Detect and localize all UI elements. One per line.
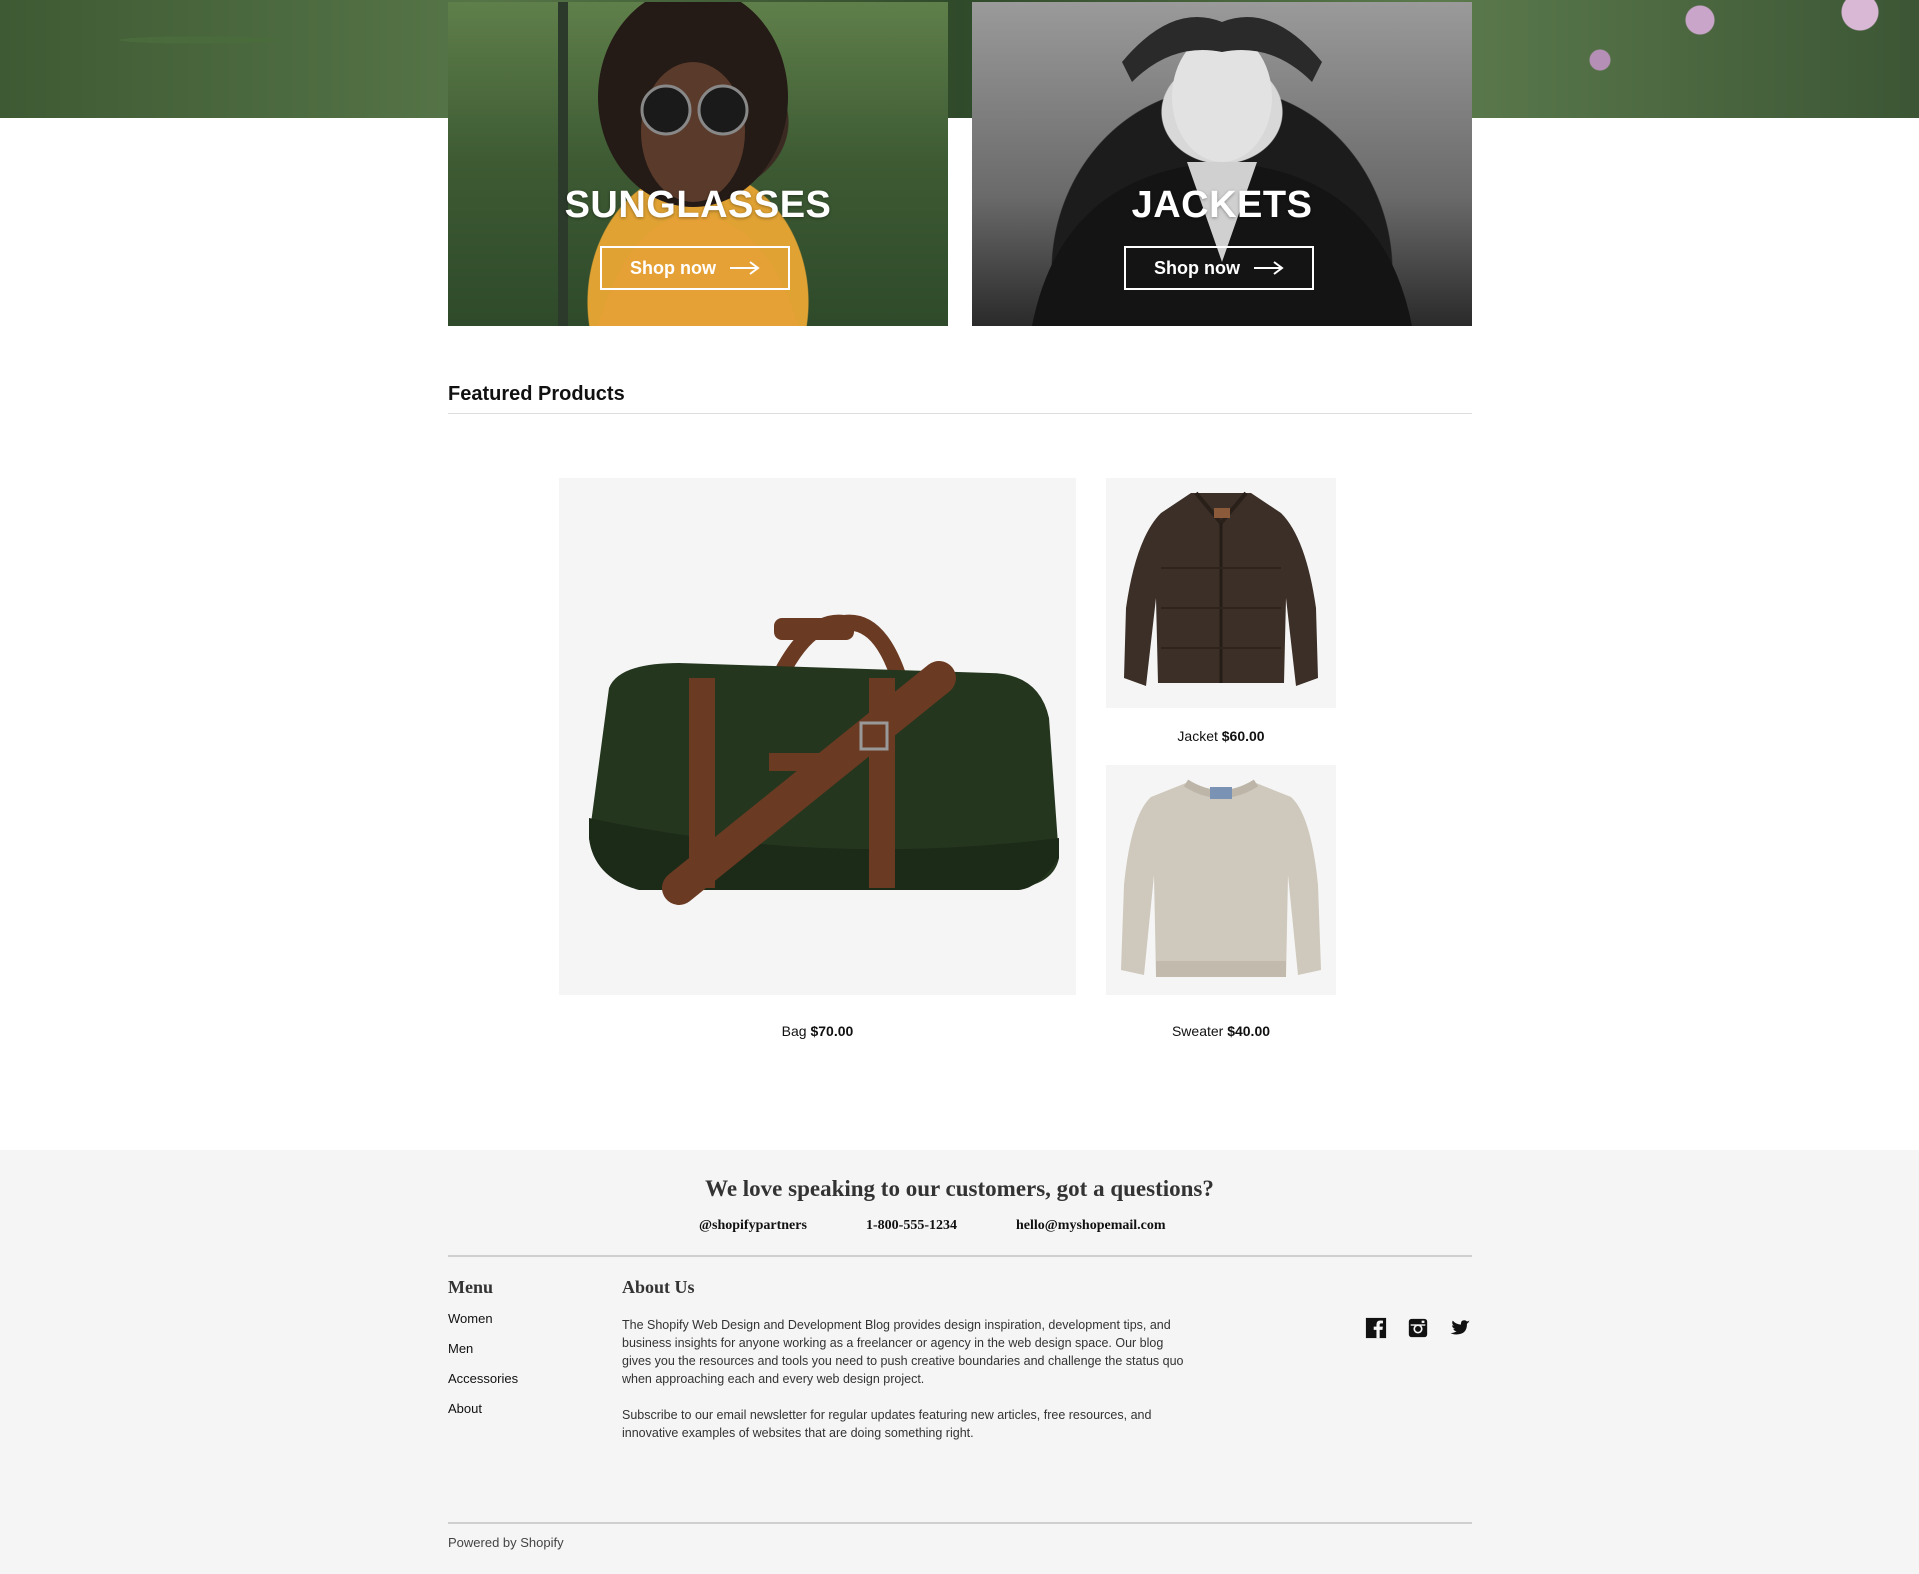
product-price: $70.00 [810,1023,854,1039]
about-paragraph: The Shopify Web Design and Development B… [622,1318,1184,1386]
shop-now-button[interactable]: Shop now [1124,246,1314,290]
jacket-caption[interactable]: Jacket $60.00 [1106,728,1336,744]
menu-item-about[interactable]: About [448,1401,482,1416]
sweater-product-image[interactable] [1106,765,1336,995]
promo-jackets[interactable]: JACKETS Shop now [972,2,1472,326]
menu-heading: Menu [448,1277,493,1297]
product-name: Sweater [1171,1023,1224,1039]
bag-caption[interactable]: Bag $70.00 [559,1023,1076,1039]
menu-item-women[interactable]: Women [448,1311,493,1326]
footer-bottom-divider [448,1522,1472,1524]
shop-now-label: Shop now [1154,257,1240,278]
product-name: Jacket [1177,728,1218,744]
product-name: Bag [781,1023,807,1039]
footer-divider [448,1255,1472,1257]
arrow-right-icon [1253,261,1284,275]
powered-by[interactable]: Powered by Shopify [448,1535,564,1550]
bag-product-image[interactable] [559,478,1076,995]
facebook-icon[interactable] [1365,1317,1387,1339]
about-heading: About Us [622,1277,695,1297]
promo-sunglasses[interactable]: SUNGLASSES Shop now [448,2,948,326]
arrow-right-icon [729,261,760,275]
promo-title: JACKETS [1131,184,1313,226]
instagram-icon[interactable] [1407,1317,1429,1339]
newsletter-paragraph: Subscribe to our email newsletter for re… [622,1408,1152,1440]
footer-headline: We love speaking to our customers, got a… [705,1176,1214,1201]
promo-title: SUNGLASSES [564,184,832,226]
contact-phone[interactable]: 1-800-555-1234 [866,1218,957,1234]
hero-background [0,0,1919,118]
shop-now-button[interactable]: Shop now [600,246,790,290]
menu-item-accessories[interactable]: Accessories [448,1371,518,1386]
contact-email[interactable]: hello@myshopemail.com [1016,1218,1166,1234]
jacket-product-image[interactable] [1106,478,1336,708]
product-price: $60.00 [1221,728,1265,744]
sweater-caption[interactable]: Sweater $40.00 [1106,1023,1336,1039]
section-divider [448,413,1472,414]
featured-products-heading: Featured Products [448,383,625,405]
menu-item-men[interactable]: Men [448,1341,473,1356]
product-price: $40.00 [1227,1023,1271,1039]
shop-now-label: Shop now [630,257,716,278]
twitter-icon[interactable] [1449,1317,1471,1339]
contact-handle[interactable]: @shopifypartners [699,1218,807,1234]
